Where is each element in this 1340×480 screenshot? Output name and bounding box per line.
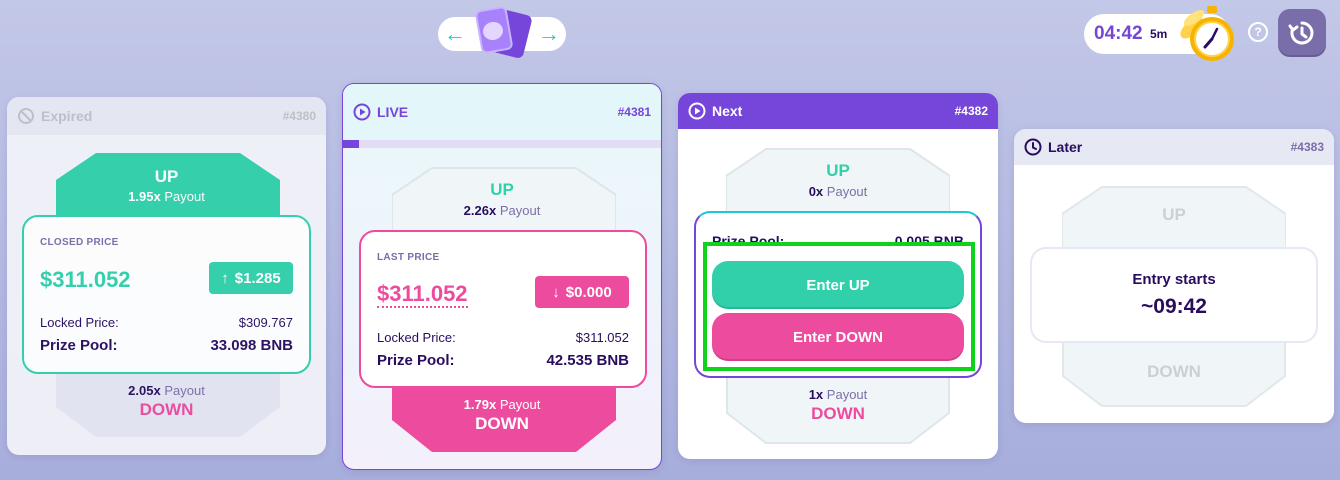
payout-word: Payout — [826, 387, 868, 402]
history-icon — [1288, 21, 1314, 45]
card-epoch: #4380 — [282, 109, 316, 123]
payout-word: Payout — [826, 184, 868, 199]
block-icon — [18, 108, 34, 124]
price-change: $0.000 — [565, 283, 612, 301]
entry-time: ~09:42 — [1141, 295, 1207, 318]
prize-pool-value: 33.098 BNB — [210, 337, 293, 354]
down-label: DOWN — [139, 400, 194, 419]
down-payout: 1x Payout — [678, 387, 998, 402]
entry-box: Entry starts ~09:42 — [1030, 247, 1318, 343]
arrow-left-icon[interactable]: ← — [444, 21, 466, 47]
expired-round-card: Expired #4380 UP 1.95x Payout 2.05x Payo… — [7, 97, 326, 455]
up-payout: 2.26x Payout — [343, 203, 661, 218]
up-label: UP — [490, 180, 514, 199]
help-icon[interactable]: ? — [1248, 22, 1268, 42]
card-status: LIVE — [377, 104, 409, 120]
entry-starts-label: Entry starts — [1132, 271, 1216, 288]
prize-pool-label: Prize Pool: — [40, 337, 118, 354]
down-payout: 1.79x Payout — [343, 397, 661, 412]
card-epoch: #4381 — [617, 105, 651, 119]
arrow-up-icon: ↑ — [221, 269, 229, 287]
payout-word: Payout — [499, 203, 541, 218]
round-progress-track — [343, 140, 661, 148]
card-status: Next — [712, 103, 743, 119]
arrow-right-icon[interactable]: → — [538, 21, 560, 47]
payout-word: Payout — [499, 397, 541, 412]
up-multiplier: 2.26x — [463, 203, 497, 218]
price-label: CLOSED PRICE — [40, 237, 119, 248]
closed-price: $311.052 — [40, 267, 131, 292]
card-status: Expired — [41, 108, 93, 124]
locked-price-label: Locked Price: — [377, 330, 456, 345]
timer-value: 04:42 — [1094, 23, 1143, 44]
up-payout: 1.95x Payout — [7, 189, 326, 204]
stopwatch-icon — [1180, 6, 1234, 61]
price-box: LAST PRICE $311.052 ↓ $0.000 Locked Pric… — [359, 230, 647, 388]
up-payout-shape — [726, 148, 950, 216]
expired-card-header: Expired #4380 — [7, 97, 326, 135]
locked-price-label: Locked Price: — [40, 315, 119, 330]
live-card-header: LIVE #4381 — [343, 84, 661, 140]
up-label: UP — [826, 161, 850, 180]
card-epoch: #4382 — [954, 104, 988, 118]
down-label: DOWN — [1147, 362, 1201, 381]
live-round-card: LIVE #4381 UP 2.26x Payout 1.79x Payout … — [342, 83, 662, 470]
arrow-down-icon: ↓ — [552, 283, 560, 301]
clock-icon — [1024, 138, 1042, 156]
prize-pool-value: 42.535 BNB — [546, 352, 629, 369]
card-epoch: #4383 — [1290, 140, 1324, 154]
later-round-card: Later #4383 UP DOWN Entry starts ~09:42 — [1014, 129, 1334, 423]
history-button[interactable] — [1278, 9, 1326, 57]
down-payout: 2.05x Payout — [7, 383, 326, 398]
up-payout-shape — [392, 167, 616, 235]
prize-pool-label: Prize Pool: — [377, 352, 455, 369]
highlight-box — [703, 242, 975, 371]
locked-price-value: $309.767 — [238, 315, 293, 330]
up-multiplier: 1.95x — [128, 189, 161, 204]
down-multiplier: 2.05x — [128, 383, 161, 398]
down-label: DOWN — [475, 414, 529, 433]
next-card-header: Next #4382 — [678, 93, 998, 129]
up-label: UP — [1162, 205, 1186, 224]
price-change-badge: ↑ $1.285 — [209, 262, 293, 294]
last-price: $311.052 — [377, 281, 468, 308]
up-label: UP — [154, 167, 179, 186]
play-circle-icon — [688, 102, 706, 120]
bunny-cards-icon[interactable] — [468, 5, 538, 62]
card-status: Later — [1048, 139, 1083, 155]
price-change: $1.285 — [234, 269, 281, 287]
down-multiplier: 1x — [808, 387, 824, 402]
down-multiplier: 1.79x — [463, 397, 497, 412]
payout-word: Payout — [164, 189, 205, 204]
price-label: LAST PRICE — [377, 252, 440, 263]
price-change-badge: ↓ $0.000 — [535, 276, 629, 308]
locked-price-value: $311.052 — [575, 330, 629, 345]
timer-unit: 5m — [1150, 27, 1168, 41]
payout-word: Payout — [164, 383, 205, 398]
price-box: CLOSED PRICE $311.052 ↑ $1.285 Locked Pr… — [22, 215, 311, 374]
up-multiplier: 0x — [808, 184, 824, 199]
up-payout: 0x Payout — [678, 184, 998, 199]
play-circle-icon — [353, 103, 371, 121]
later-card-header: Later #4383 — [1014, 129, 1334, 165]
round-progress-fill — [343, 140, 359, 148]
down-label: DOWN — [811, 404, 865, 423]
